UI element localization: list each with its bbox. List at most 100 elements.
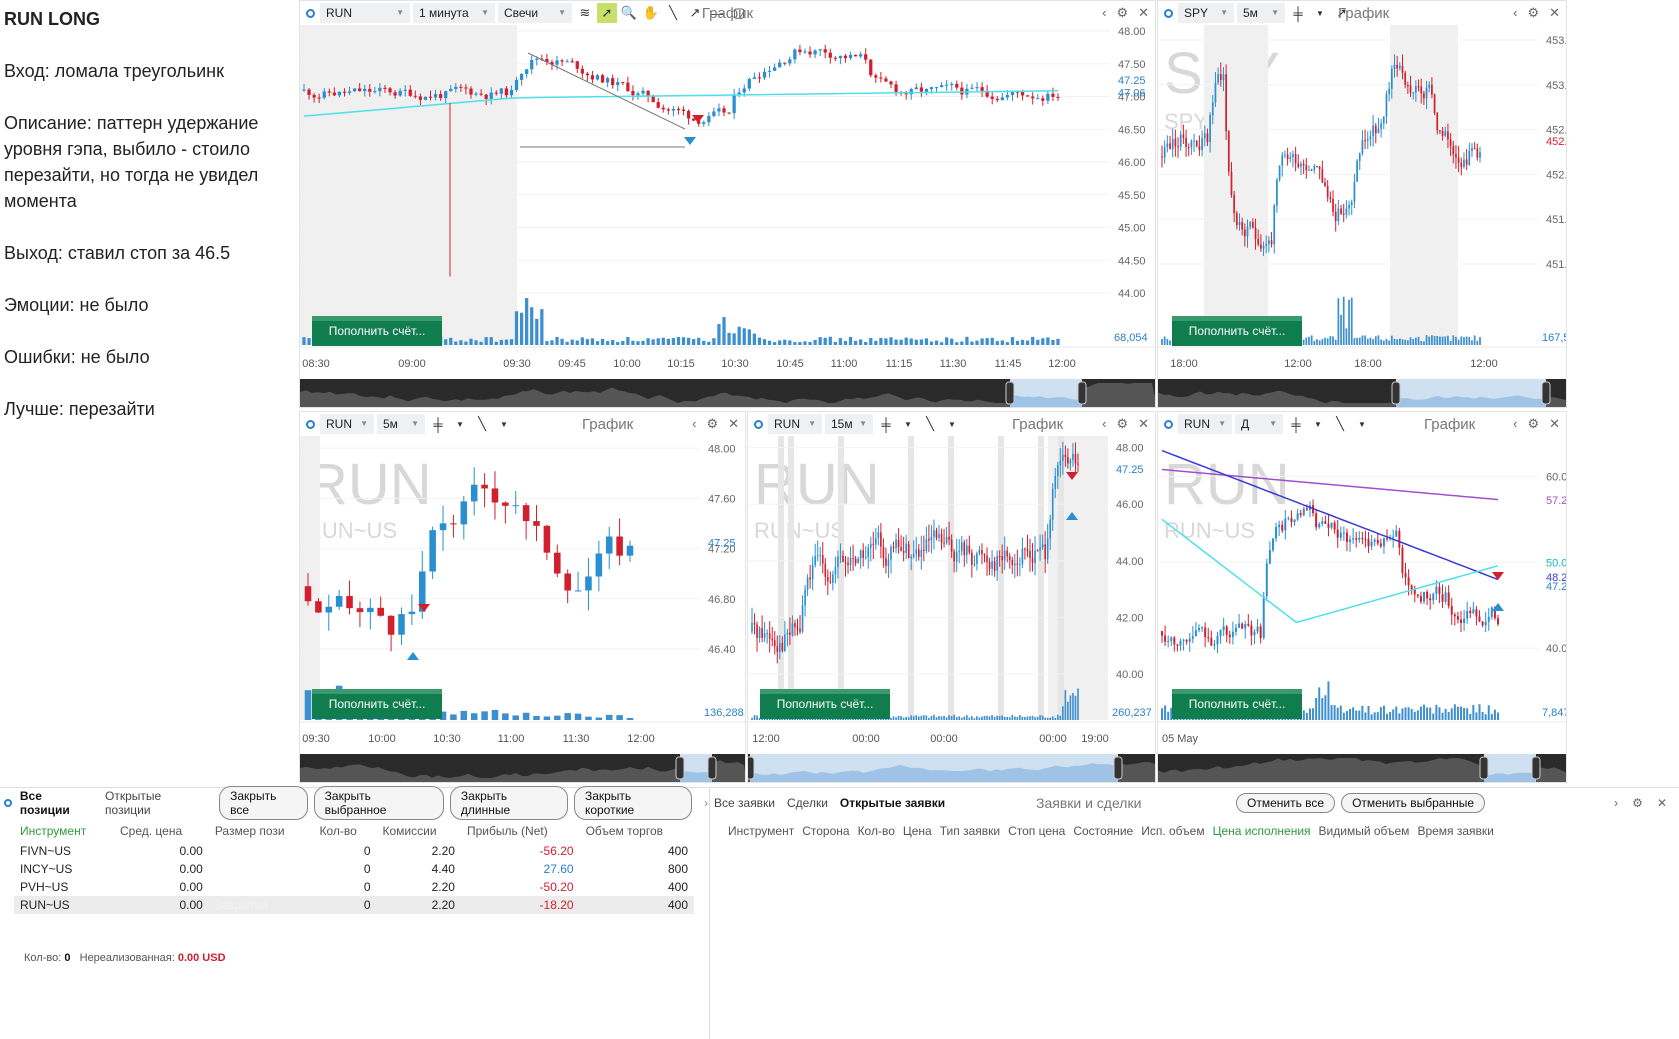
price-plot[interactable]: 48.0047.6047.2046.8046.40136,28847.2509:… [300, 412, 746, 783]
candle-body [1318, 523, 1321, 528]
tab-all-positions[interactable]: Все позиции [20, 789, 93, 817]
table-cell: 800 [667, 862, 688, 876]
navigator[interactable] [748, 754, 1155, 782]
close-icon[interactable]: ✕ [1657, 796, 1667, 810]
candle-body [869, 543, 872, 548]
fund-account-button[interactable]: Пополнить счёт... [312, 316, 442, 346]
volume-bar [995, 341, 999, 345]
col-header[interactable]: Видимый объем [1315, 820, 1414, 842]
fund-account-button[interactable]: Пополнить счёт... [1172, 689, 1302, 719]
candle-body [1003, 550, 1006, 561]
cancel-selected-button[interactable]: Отменить выбранные [1341, 793, 1486, 813]
volume-bar [1005, 342, 1010, 345]
volume-bar [1404, 339, 1407, 345]
candle-body [1481, 621, 1484, 626]
volume-bar [1000, 340, 1004, 345]
volume-bar [793, 342, 797, 345]
candle-body [1333, 522, 1336, 530]
volume-bar [585, 339, 590, 345]
candle-body [1377, 128, 1380, 134]
candle-body [661, 107, 665, 110]
close-selected-button[interactable]: Закрыть выбранное [313, 786, 444, 820]
candle-body [1069, 460, 1072, 464]
candle-body [600, 75, 605, 83]
col-header[interactable]: Объем торгов [580, 820, 694, 842]
col-header[interactable]: Кол-во [313, 820, 376, 842]
chevron-right-icon[interactable]: › [1614, 796, 1618, 810]
chart-run-daily[interactable]: RUN ▼ Д ▼ ╪ ▼ ╲ ▼ График ‹ ⚙ ✕ RUN RUN~US 60… [1157, 411, 1567, 783]
volume-bar [686, 337, 691, 345]
chart-run-5m[interactable]: RUN ▼ 5м ▼ ╪ ▼ ╲ ▼ График ‹ ⚙ ✕ RUN RUN~US 4… [299, 411, 746, 783]
time-tick-label: 11:30 [940, 358, 967, 370]
navigator[interactable] [1158, 754, 1566, 782]
candle-body [307, 89, 311, 95]
candle-body [315, 601, 322, 613]
col-header[interactable]: Исп. объем [1137, 820, 1208, 842]
candle-body [1170, 637, 1173, 641]
close-long-button[interactable]: Закрыть длинные [449, 786, 568, 820]
navigator[interactable] [1158, 379, 1566, 407]
col-header[interactable]: Комиссии [377, 820, 461, 842]
tab-open-positions[interactable]: Открытые позиции [105, 789, 207, 817]
candle-body [631, 90, 635, 96]
navigator[interactable] [300, 379, 1155, 407]
volume-bar [722, 317, 726, 345]
price-plot[interactable]: 60.0050.0040.007,847,88257.2650.0048.294… [1158, 412, 1567, 783]
chart-run-15m[interactable]: RUN ▼ 15м ▼ ╪ ▼ ╲ ▼ График ‹ ⚙ ✕ RUN RUN~US … [747, 411, 1156, 783]
tab-all-orders[interactable]: Все заявки [714, 796, 775, 810]
navigator[interactable] [300, 754, 745, 782]
candle-body [1187, 147, 1190, 149]
volume-bar [965, 336, 969, 345]
col-header[interactable]: Инструмент [14, 820, 114, 842]
volume-bar [762, 339, 767, 345]
price-plot[interactable]: 453.50 453.00 452.50 452.00 451.50 451.00 167,… [1158, 1, 1567, 408]
fund-account-button[interactable]: Пополнить счёт... [312, 689, 442, 719]
chart-spy-5m[interactable]: SPY▼ 5м▼ ╪ ▼ ➚ График ‹⚙✕ SPY SPY~US 453… [1157, 0, 1567, 408]
cancel-all-button[interactable]: Отменить все [1236, 793, 1336, 813]
notes-title: RUN LONG [4, 9, 100, 29]
candle-body [564, 573, 571, 591]
col-header[interactable]: Цена исполнения [1209, 820, 1315, 842]
col-header[interactable]: Инструмент [724, 820, 798, 842]
table-row[interactable]: RUN~US 0.00 Закрытая 0 2.20 -18.20 400 [14, 896, 694, 914]
table-row[interactable]: FIVN~US 0.00 0 2.20 -56.20 400 [14, 842, 694, 860]
price-plot[interactable]: 48.0047.5047.0046.5046.0045.5045.0044.50… [300, 1, 1156, 408]
col-header[interactable]: Размер пози [209, 820, 314, 842]
col-header[interactable]: Время заявки [1413, 820, 1497, 842]
candle-body [666, 109, 670, 111]
tab-open-orders[interactable]: Открытые заявки [840, 796, 945, 810]
session-shade [778, 436, 784, 720]
col-header[interactable]: Прибыль (Net) [461, 820, 580, 842]
volume-bar [1321, 698, 1324, 720]
fund-account-button[interactable]: Пополнить счёт... [1172, 316, 1302, 346]
col-header[interactable]: Сред. цена [114, 820, 209, 842]
col-header[interactable]: Кол-во [854, 820, 899, 842]
link-icon[interactable] [4, 799, 12, 807]
table-row[interactable]: PVH~US 0.00 0 2.20 -50.20 400 [14, 878, 694, 896]
volume-bar [1321, 339, 1324, 345]
col-header[interactable]: Тип заявки [936, 820, 1004, 842]
tab-deals[interactable]: Сделки [787, 796, 828, 810]
col-header[interactable]: Стоп цена [1004, 820, 1069, 842]
fund-account-button[interactable]: Пополнить счёт... [760, 689, 890, 719]
volume-bar [1358, 710, 1361, 720]
close-short-button[interactable]: Закрыть короткие [573, 786, 692, 820]
chart-run-1m[interactable]: RUN ▼ 1 минута ▼ Свечи ▼ ≋ ➚ 🔍 ✋ ╲ ↗ — ▢ Гр… [299, 0, 1156, 408]
gear-icon[interactable]: ⚙ [1632, 796, 1643, 810]
close-all-button[interactable]: Закрыть все [219, 786, 308, 820]
col-header[interactable]: Состояние [1069, 820, 1137, 842]
candle-body [1000, 97, 1004, 101]
price-plot[interactable]: 48.00 46.00 44.00 42.00 40.00 260,237 47.25 12:… [748, 412, 1156, 783]
table-row[interactable]: INCY~US 0.00 0 4.40 27.60 800 [14, 860, 694, 878]
candle-body [900, 547, 902, 551]
volume-bar [970, 341, 974, 345]
chevron-right-icon[interactable]: › [704, 796, 708, 810]
navigator-handle [1005, 381, 1015, 405]
candle-body [1302, 508, 1305, 516]
volume-bar [1412, 339, 1415, 345]
session-shade [788, 436, 794, 720]
candle-body [973, 563, 976, 565]
col-header[interactable]: Сторона [798, 820, 853, 842]
col-header[interactable]: Цена [899, 820, 936, 842]
candle-body [905, 543, 907, 553]
